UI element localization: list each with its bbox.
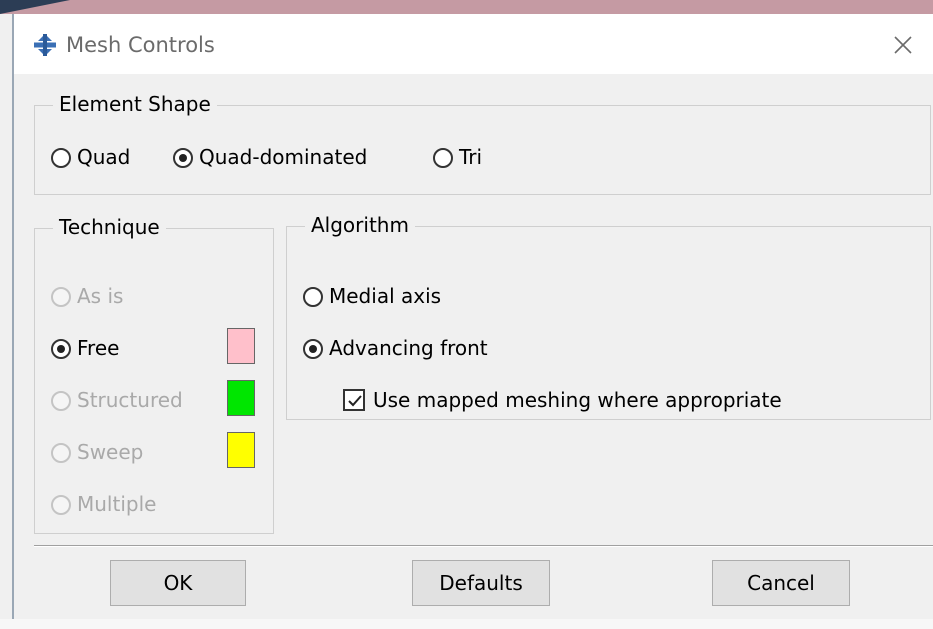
technique-legend: Technique	[53, 214, 166, 240]
algorithm-advancing-front-radio[interactable]: Advancing front	[303, 335, 488, 361]
close-icon[interactable]	[886, 28, 920, 62]
checkbox-checked-icon	[343, 389, 365, 411]
screen: Mesh Controls Element Shape Quad Quad-do…	[0, 0, 933, 629]
defaults-button[interactable]: Defaults	[412, 560, 550, 606]
radio-icon	[303, 287, 323, 307]
element-shape-tri-radio[interactable]: Tri	[433, 144, 482, 170]
algorithm-legend: Algorithm	[305, 212, 415, 238]
sweep-color-swatch	[227, 432, 255, 468]
radio-icon	[433, 148, 453, 168]
radio-checked-icon	[51, 339, 71, 359]
technique-free-radio[interactable]: Free	[51, 335, 119, 361]
radio-checked-icon	[173, 148, 193, 168]
technique-group: Technique As is Free Structured Sweep Mu…	[34, 214, 274, 534]
radio-icon	[51, 148, 71, 168]
algorithm-group: Algorithm Medial axis Advancing front Us…	[286, 212, 931, 420]
element-shape-quad-radio[interactable]: Quad	[51, 144, 130, 170]
element-shape-group: Element Shape Quad Quad-dominated Tri	[34, 91, 931, 195]
radio-icon	[51, 495, 71, 515]
radio-icon	[51, 287, 71, 307]
mesh-controls-app-icon	[34, 34, 56, 56]
radio-checked-icon	[303, 339, 323, 359]
technique-structured-radio[interactable]: Structured	[51, 387, 183, 413]
free-color-swatch	[227, 328, 255, 364]
window-title: Mesh Controls	[66, 33, 215, 57]
background-window-strip	[0, 0, 933, 14]
mapped-meshing-checkbox[interactable]: Use mapped meshing where appropriate	[343, 387, 782, 413]
mesh-controls-dialog: Mesh Controls Element Shape Quad Quad-do…	[12, 14, 933, 619]
cancel-button[interactable]: Cancel	[712, 560, 850, 606]
title-bar[interactable]: Mesh Controls	[14, 14, 933, 74]
technique-sweep-radio[interactable]: Sweep	[51, 439, 143, 465]
technique-as-is-radio[interactable]: As is	[51, 283, 123, 309]
ok-button[interactable]: OK	[110, 560, 246, 606]
element-shape-quad-dominated-radio[interactable]: Quad-dominated	[173, 144, 367, 170]
radio-icon	[51, 391, 71, 411]
background-window-corner	[0, 0, 70, 14]
structured-color-swatch	[227, 380, 255, 416]
button-separator	[34, 545, 933, 547]
taskbar-edge	[0, 619, 933, 629]
technique-multiple-radio[interactable]: Multiple	[51, 491, 156, 517]
algorithm-medial-axis-radio[interactable]: Medial axis	[303, 283, 441, 309]
radio-icon	[51, 443, 71, 463]
element-shape-legend: Element Shape	[53, 91, 217, 117]
